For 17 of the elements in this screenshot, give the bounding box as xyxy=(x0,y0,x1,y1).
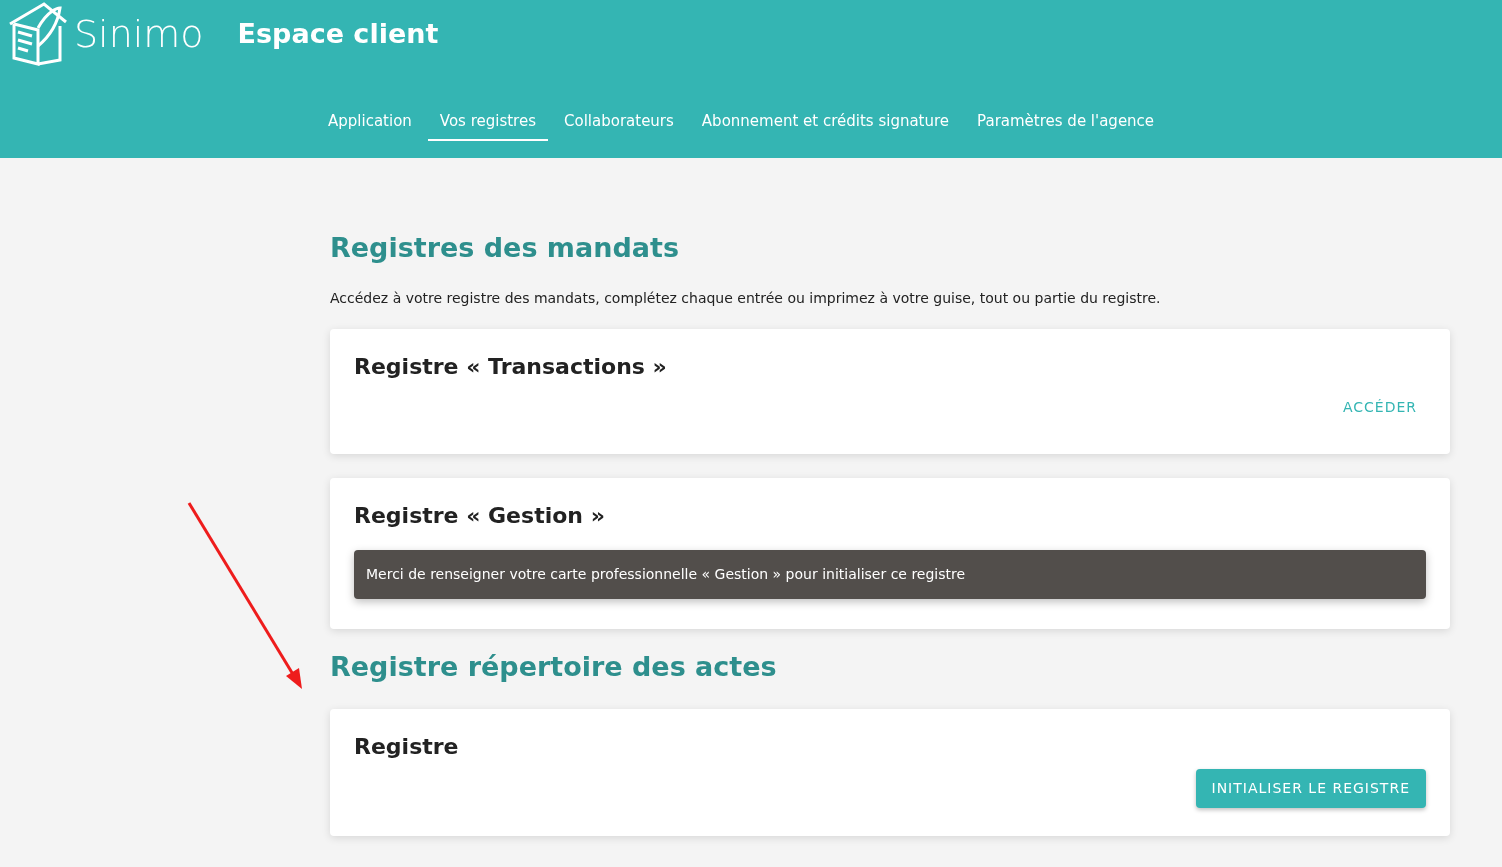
nav-tab[interactable]: Vos registres xyxy=(427,108,548,141)
nav-tab[interactable]: Collaborateurs xyxy=(552,108,686,141)
intro-text: Accédez à votre registre des mandats, complétez chaque entrée ou imprimez à votre guise, tout ou partie du registre. xyxy=(330,289,1162,308)
nav-tab[interactable]: Abonnement et crédits signature xyxy=(689,108,962,141)
section-heading: Registre répertoire des actes xyxy=(330,650,778,684)
card-title: Registre xyxy=(354,733,460,761)
house-feather-logo-icon xyxy=(8,2,68,66)
section-heading: Registres des mandats xyxy=(330,231,680,265)
nav-tab[interactable]: Paramètres de l'agence xyxy=(965,108,1167,141)
nav-tab[interactable]: Application xyxy=(316,108,424,141)
brand-name: Sinimo xyxy=(74,15,204,53)
action-button[interactable]: INITIALISER LE REGISTRE xyxy=(1195,769,1426,808)
page-title: Espace client xyxy=(237,16,439,51)
notice-banner: Merci de renseigner votre carte professionnelle « Gestion » pour initialiser ce registre xyxy=(354,550,1426,599)
card-title: Registre « Gestion » xyxy=(354,502,606,530)
action-button[interactable]: ACCÉDER xyxy=(1333,389,1426,426)
card-title: Registre « Transactions » xyxy=(354,353,668,381)
